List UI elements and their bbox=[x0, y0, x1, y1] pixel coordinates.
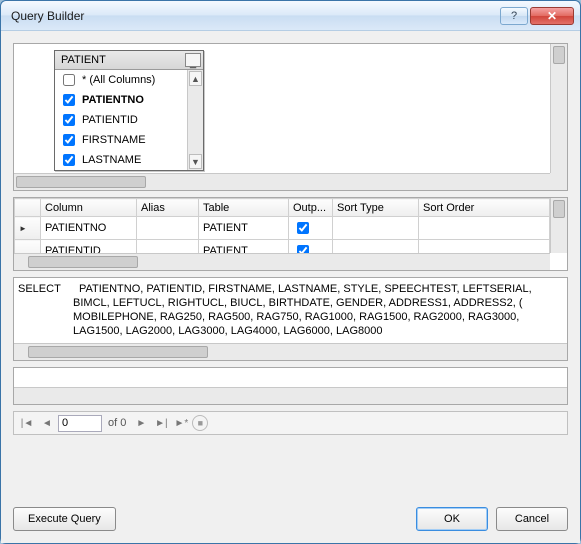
nav-next-icon[interactable]: ► bbox=[132, 414, 150, 432]
cancel-button[interactable]: Cancel bbox=[496, 507, 568, 531]
execute-query-button[interactable]: Execute Query bbox=[13, 507, 116, 531]
help-button[interactable]: ? bbox=[500, 7, 528, 25]
ok-button[interactable]: OK bbox=[416, 507, 488, 531]
diagram-scrollbar-vertical[interactable] bbox=[550, 44, 567, 173]
cell-column[interactable]: PATIENTNO bbox=[41, 217, 137, 240]
row-selector-icon[interactable] bbox=[15, 217, 41, 240]
client-area: PATIENT _ * (All Columns) PATIENTNO PATI… bbox=[1, 31, 580, 543]
column-item[interactable]: PATIENTID bbox=[55, 110, 203, 130]
diagram-scrollbar-horizontal[interactable] bbox=[14, 173, 550, 190]
column-label: LASTNAME bbox=[82, 154, 141, 166]
sql-line: BIMCL, LEFTUCL, RIGHTUCL, BIUCL, BIRTHDA… bbox=[73, 297, 522, 309]
table-panel-header[interactable]: PATIENT _ bbox=[55, 51, 203, 70]
criteria-grid[interactable]: Column Alias Table Outp... Sort Type Sor… bbox=[13, 197, 568, 271]
dialog-button-row: Execute Query OK Cancel bbox=[13, 507, 568, 531]
cell-alias[interactable] bbox=[137, 217, 199, 240]
nav-of-label: of 0 bbox=[108, 417, 126, 429]
sql-line: LAG1500, LAG2000, LAG3000, LAG4000, LAG6… bbox=[73, 325, 382, 337]
grid-header-row: Column Alias Table Outp... Sort Type Sor… bbox=[15, 199, 550, 217]
grid-row[interactable]: PATIENTNO PATIENT bbox=[15, 217, 550, 240]
nav-new-icon[interactable]: ►* bbox=[172, 414, 190, 432]
sql-panel[interactable]: SELECT PATIENTNO, PATIENTID, FIRSTNAME, … bbox=[13, 277, 568, 361]
minimize-icon[interactable]: _ bbox=[185, 53, 201, 67]
col-header-alias[interactable]: Alias bbox=[137, 199, 199, 217]
column-label: FIRSTNAME bbox=[82, 134, 146, 146]
close-button[interactable]: ✕ bbox=[530, 7, 574, 25]
nav-last-icon[interactable]: ►| bbox=[152, 414, 170, 432]
column-label: PATIENTNO bbox=[82, 94, 144, 106]
column-checkbox[interactable] bbox=[63, 114, 75, 126]
nav-position-input[interactable] bbox=[58, 415, 102, 432]
results-panel[interactable] bbox=[13, 367, 568, 405]
window-title: Query Builder bbox=[11, 9, 500, 23]
grid-scrollbar-vertical[interactable] bbox=[550, 198, 567, 253]
nav-first-icon[interactable]: |◄ bbox=[18, 414, 36, 432]
query-builder-window: Query Builder ? ✕ PATIENT _ * (All Colum… bbox=[0, 0, 581, 544]
col-header-column[interactable]: Column bbox=[41, 199, 137, 217]
column-checkbox[interactable] bbox=[63, 94, 75, 106]
scroll-down-icon[interactable]: ▼ bbox=[189, 154, 202, 169]
table-panel-patient[interactable]: PATIENT _ * (All Columns) PATIENTNO PATI… bbox=[54, 50, 204, 171]
column-item[interactable]: PATIENTNO bbox=[55, 90, 203, 110]
results-scrollbar-horizontal[interactable] bbox=[14, 387, 567, 404]
column-list-scrollbar[interactable]: ▲ ▼ bbox=[187, 70, 203, 170]
column-label: PATIENTID bbox=[82, 114, 138, 126]
row-header-corner bbox=[15, 199, 41, 217]
nav-prev-icon[interactable]: ◄ bbox=[38, 414, 56, 432]
column-item[interactable]: * (All Columns) bbox=[55, 70, 203, 90]
column-item[interactable]: LASTNAME bbox=[55, 150, 203, 170]
sql-line: MOBILEPHONE, RAG250, RAG500, RAG750, RAG… bbox=[73, 311, 519, 323]
sql-text[interactable]: SELECT PATIENTNO, PATIENTID, FIRSTNAME, … bbox=[18, 282, 563, 338]
nav-stop-icon[interactable]: ■ bbox=[192, 415, 208, 431]
grid-scrollbar-horizontal[interactable] bbox=[14, 253, 550, 270]
column-checkbox[interactable] bbox=[63, 154, 75, 166]
column-checkbox[interactable] bbox=[63, 74, 75, 86]
cell-table[interactable]: PATIENT bbox=[199, 217, 289, 240]
cell-output[interactable] bbox=[289, 217, 333, 240]
col-header-table[interactable]: Table bbox=[199, 199, 289, 217]
table-column-list: * (All Columns) PATIENTNO PATIENTID FIRS… bbox=[55, 70, 203, 170]
column-item[interactable]: FIRSTNAME bbox=[55, 130, 203, 150]
col-header-output[interactable]: Outp... bbox=[289, 199, 333, 217]
diagram-panel[interactable]: PATIENT _ * (All Columns) PATIENTNO PATI… bbox=[13, 43, 568, 191]
column-label: * (All Columns) bbox=[82, 74, 155, 86]
titlebar[interactable]: Query Builder ? ✕ bbox=[1, 1, 580, 31]
sql-keyword: SELECT bbox=[18, 283, 61, 295]
cell-sortorder[interactable] bbox=[419, 217, 550, 240]
col-header-sortorder[interactable]: Sort Order bbox=[419, 199, 550, 217]
col-header-sorttype[interactable]: Sort Type bbox=[333, 199, 419, 217]
record-navigator: |◄ ◄ of 0 ► ►| ►* ■ bbox=[13, 411, 568, 435]
cell-sorttype[interactable] bbox=[333, 217, 419, 240]
table-panel-title: PATIENT bbox=[61, 54, 185, 66]
sql-scrollbar-horizontal[interactable] bbox=[14, 343, 567, 360]
scroll-up-icon[interactable]: ▲ bbox=[189, 71, 202, 86]
output-checkbox[interactable] bbox=[297, 222, 309, 234]
scroll-corner bbox=[550, 173, 567, 190]
column-checkbox[interactable] bbox=[63, 134, 75, 146]
sql-line: PATIENTNO, PATIENTID, FIRSTNAME, LASTNAM… bbox=[79, 283, 532, 295]
